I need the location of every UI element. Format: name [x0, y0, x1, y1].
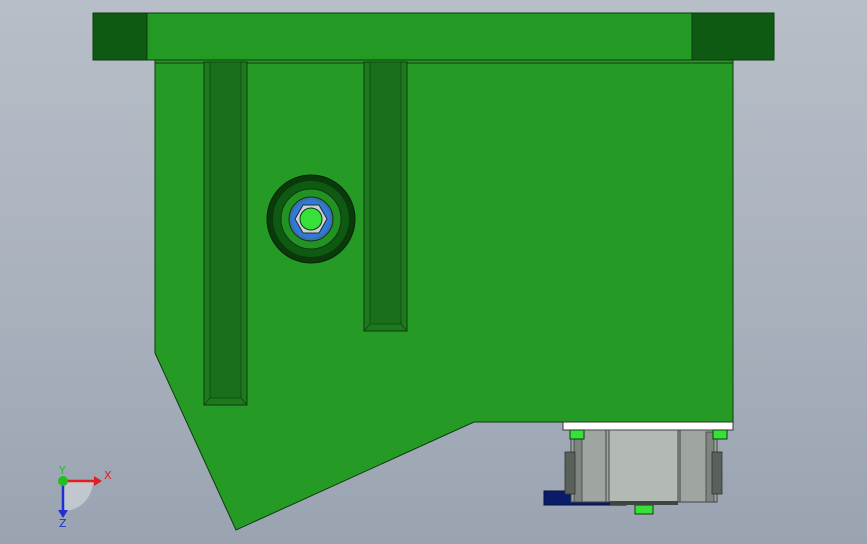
- bearing-assembly[interactable]: [266, 174, 356, 264]
- bolt-head-bottom[interactable]: [634, 504, 654, 515]
- rib-slot-left-inner: [209, 61, 242, 399]
- rib-slot-middle-inner: [369, 61, 402, 325]
- motor-base-right: [711, 451, 723, 495]
- y-axis-label: Y: [58, 464, 66, 477]
- top-plate-right-end: [691, 12, 775, 61]
- x-axis-label: X: [104, 469, 112, 482]
- bolt-head-left[interactable]: [569, 429, 585, 440]
- y-axis-dot: [58, 476, 68, 486]
- model-view[interactable]: [0, 0, 867, 544]
- motor-flange: [562, 421, 734, 431]
- bolt-head-right[interactable]: [712, 429, 728, 440]
- motor-assembly[interactable]: [543, 421, 734, 515]
- shaft-end[interactable]: [299, 207, 323, 231]
- graphics-viewport[interactable]: X Y Z: [0, 0, 867, 544]
- top-plate-left-end: [92, 12, 148, 61]
- orientation-triad[interactable]: X Y Z: [44, 462, 124, 532]
- top-plate[interactable]: [92, 12, 775, 61]
- z-axis-label: Z: [59, 517, 67, 530]
- x-axis-arrow: [94, 476, 102, 486]
- motor-bottom-bar: [610, 501, 678, 505]
- triad-arc: [63, 481, 93, 511]
- motor-base-left: [564, 451, 576, 495]
